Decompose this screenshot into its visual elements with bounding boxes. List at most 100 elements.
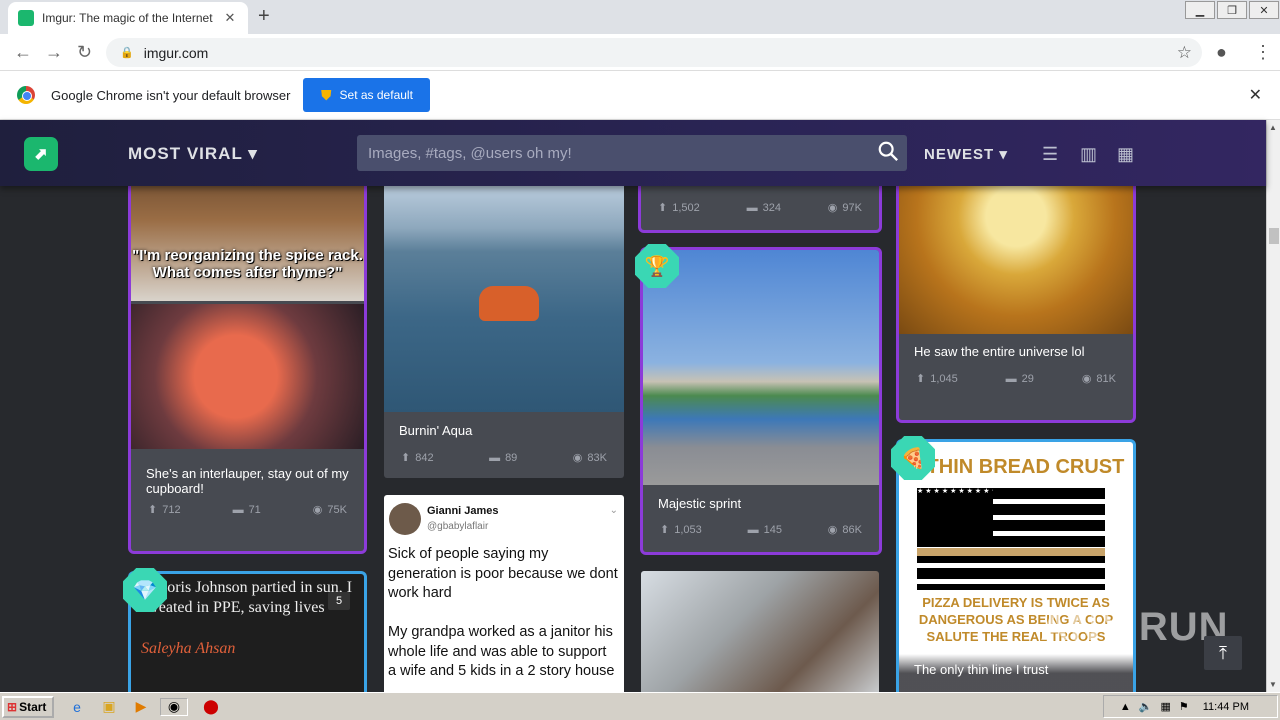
tab-strip: Imgur: The magic of the Internet ✕ + ▁ ❐… (0, 0, 1280, 34)
comment-count: ▬ 29 (1005, 372, 1034, 385)
upvote-icon: ⬆ (401, 452, 411, 464)
post-stats: ⬆ 712 ▬ 71 ◉ 75K (148, 503, 347, 517)
flag-icon[interactable]: ⚑ (1179, 700, 1189, 713)
scroll-thumb[interactable] (1269, 228, 1279, 244)
media-player-icon[interactable]: ▶ (132, 698, 150, 716)
restore-icon[interactable]: ❐ (1217, 1, 1247, 19)
upvote-count: ⬆ 1,502 (658, 201, 700, 215)
volume-icon[interactable]: 🔈 (1139, 700, 1153, 713)
minimize-icon[interactable]: ▁ (1185, 1, 1215, 19)
uniform-view-icon[interactable]: ▥ (1080, 144, 1097, 165)
ie-icon[interactable]: e (68, 698, 86, 716)
network-icon[interactable]: ▦ (1160, 700, 1170, 713)
post-card[interactable]: Majestic sprint ⬆ 1,053 ▬ 145 ◉ 86K (643, 250, 879, 552)
tray-expand-icon[interactable]: ▲ (1120, 701, 1131, 713)
infobar-message: Google Chrome isn't your default browser (51, 87, 291, 103)
tweet-author-name: Gianni James (427, 505, 499, 517)
imgur-favicon-icon (18, 10, 34, 26)
car-shape (479, 286, 539, 321)
shield-icon: ⛊ (321, 86, 332, 103)
comment-count: ▬ 89 (489, 451, 518, 464)
reload-icon[interactable]: ↻ (77, 42, 92, 63)
chevron-down-icon: ▾ (248, 144, 258, 163)
scroll-up-icon[interactable]: ▲ (1269, 123, 1277, 132)
post-card[interactable]: ⬆ 1,502 ▬ 324 ◉ 97K (641, 186, 879, 230)
upvote-icon: ⬆ (916, 373, 926, 385)
comment-count: ▬ 71 (232, 503, 261, 516)
windows-taskbar: ⊞ Start e ▣ ▶ ◉ ⬤ ▲ 🔈 ▦ ⚑ 11:44 PM (0, 692, 1280, 720)
post-card[interactable] (641, 571, 879, 692)
album-count-badge: 5 (328, 592, 350, 610)
post-stats: ⬆ 842 ▬ 89 ◉ 83K (401, 451, 607, 465)
scroll-down-icon[interactable]: ▼ (1269, 680, 1277, 689)
set-default-label: Set as default (339, 88, 413, 102)
post-title: The only thin line I trust (914, 662, 1049, 677)
flag-stars: ★★★★★★★★★★★★★★★★★★★★★★★★★★★★★★★★★★★★★★★★… (917, 488, 993, 542)
comment-count: ▬ 324 (746, 201, 781, 214)
tweet-handle: @gbabylaflair (427, 521, 489, 532)
post-card[interactable]: Gianni James @gbabylaflair ⌄ Sick of peo… (384, 495, 624, 692)
page-scrollbar[interactable]: ▲ ▼ (1266, 120, 1280, 692)
tab-close-icon[interactable]: ✕ (222, 10, 238, 26)
bookmark-star-icon[interactable]: ☆ (1177, 43, 1192, 63)
infobar-close-icon[interactable]: ✕ (1249, 85, 1262, 105)
post-card[interactable]: Burnin' Aqua ⬆ 842 ▬ 89 ◉ 83K (384, 186, 624, 478)
post-title: She's an interlauper, stay out of my cup… (146, 466, 349, 496)
view-count: ◉ 83K (572, 451, 607, 465)
post-stats: ⬆ 1,502 ▬ 324 ◉ 97K (658, 201, 862, 215)
new-tab-icon[interactable]: + (258, 5, 270, 28)
post-card[interactable]: "I'm reorganizing the spice rack. What c… (131, 186, 364, 551)
post-author-caption: Saleyha Ahsan (141, 640, 236, 657)
post-card[interactable]: E THIN BREAD CRUST ★★★★★★★★★★★★★★★★★★★★★… (899, 442, 1133, 692)
start-button[interactable]: ⊞ Start (2, 695, 54, 718)
set-as-default-button[interactable]: ⛊ Set as default (303, 78, 431, 112)
forward-icon[interactable]: → (45, 42, 63, 63)
post-card[interactable]: He saw the entire universe lol ⬆ 1,045 ▬ 2… (899, 186, 1133, 420)
folder-icon[interactable]: ▣ (100, 698, 118, 716)
chrome-logo-icon (17, 86, 35, 104)
comment-icon: ▬ (1005, 372, 1017, 385)
chrome-taskbar-icon[interactable]: ◉ (160, 697, 188, 716)
menu-icon[interactable]: ⋮ (1254, 42, 1272, 63)
grid-view-icon[interactable]: ▦ (1117, 144, 1134, 165)
window-close-icon[interactable]: ✕ (1249, 1, 1279, 19)
back-icon[interactable]: ← (14, 42, 32, 63)
sort-dropdown[interactable]: NEWEST ▾ (924, 145, 1008, 163)
post-image-caption: "I'm reorganizing the spice rack. What c… (132, 247, 363, 281)
scroll-to-top-button[interactable]: ⤒ (1204, 636, 1242, 670)
avatar (389, 503, 421, 535)
eye-icon: ◉ (572, 452, 583, 464)
post-image (641, 571, 879, 692)
flag-stripe (917, 548, 1105, 556)
search-input[interactable] (368, 144, 868, 162)
clock: 11:44 PM (1202, 700, 1249, 713)
opera-icon[interactable]: ⬤ (202, 698, 220, 716)
comment-icon: ▬ (747, 523, 759, 536)
post-title: Burnin' Aqua (399, 423, 473, 438)
post-title: He saw the entire universe lol (914, 344, 1085, 359)
start-label: Start (19, 699, 47, 714)
view-count: ◉ 86K (827, 523, 862, 537)
eye-icon: ◉ (827, 524, 838, 536)
search-box (357, 135, 907, 171)
search-icon[interactable] (877, 140, 899, 162)
browser-tab[interactable]: Imgur: The magic of the Internet ✕ (8, 2, 248, 34)
view-count: ◉ 97K (827, 201, 862, 215)
post-image (899, 186, 1133, 334)
comment-icon: ▬ (746, 201, 758, 214)
upvote-icon: ⬆ (658, 202, 668, 214)
default-browser-infobar: Google Chrome isn't your default browser… (0, 71, 1280, 120)
profile-icon[interactable]: ● (1216, 42, 1227, 63)
flag-image: ★★★★★★★★★★★★★★★★★★★★★★★★★★★★★★★★★★★★★★★★… (917, 488, 1105, 590)
lock-icon: 🔒 (120, 47, 134, 59)
imgur-logo-icon[interactable]: ⬈ (24, 137, 58, 171)
address-bar[interactable]: 🔒 imgur.com ☆ (106, 38, 1202, 67)
imgur-header: ⬈ MOST VIRAL ▾ NEWEST ▾ ☰ ▥ ▦ (0, 120, 1266, 186)
post-stats: ⬆ 1,053 ▬ 145 ◉ 86K (660, 523, 862, 537)
eye-icon: ◉ (827, 202, 838, 214)
section-dropdown[interactable]: MOST VIRAL ▾ (128, 144, 258, 164)
upvote-count: ⬆ 1,053 (660, 523, 702, 537)
upvote-count: ⬆ 712 (148, 503, 181, 517)
filter-icon[interactable]: ☰ (1042, 144, 1058, 165)
upvote-icon: ⬆ (148, 504, 158, 516)
